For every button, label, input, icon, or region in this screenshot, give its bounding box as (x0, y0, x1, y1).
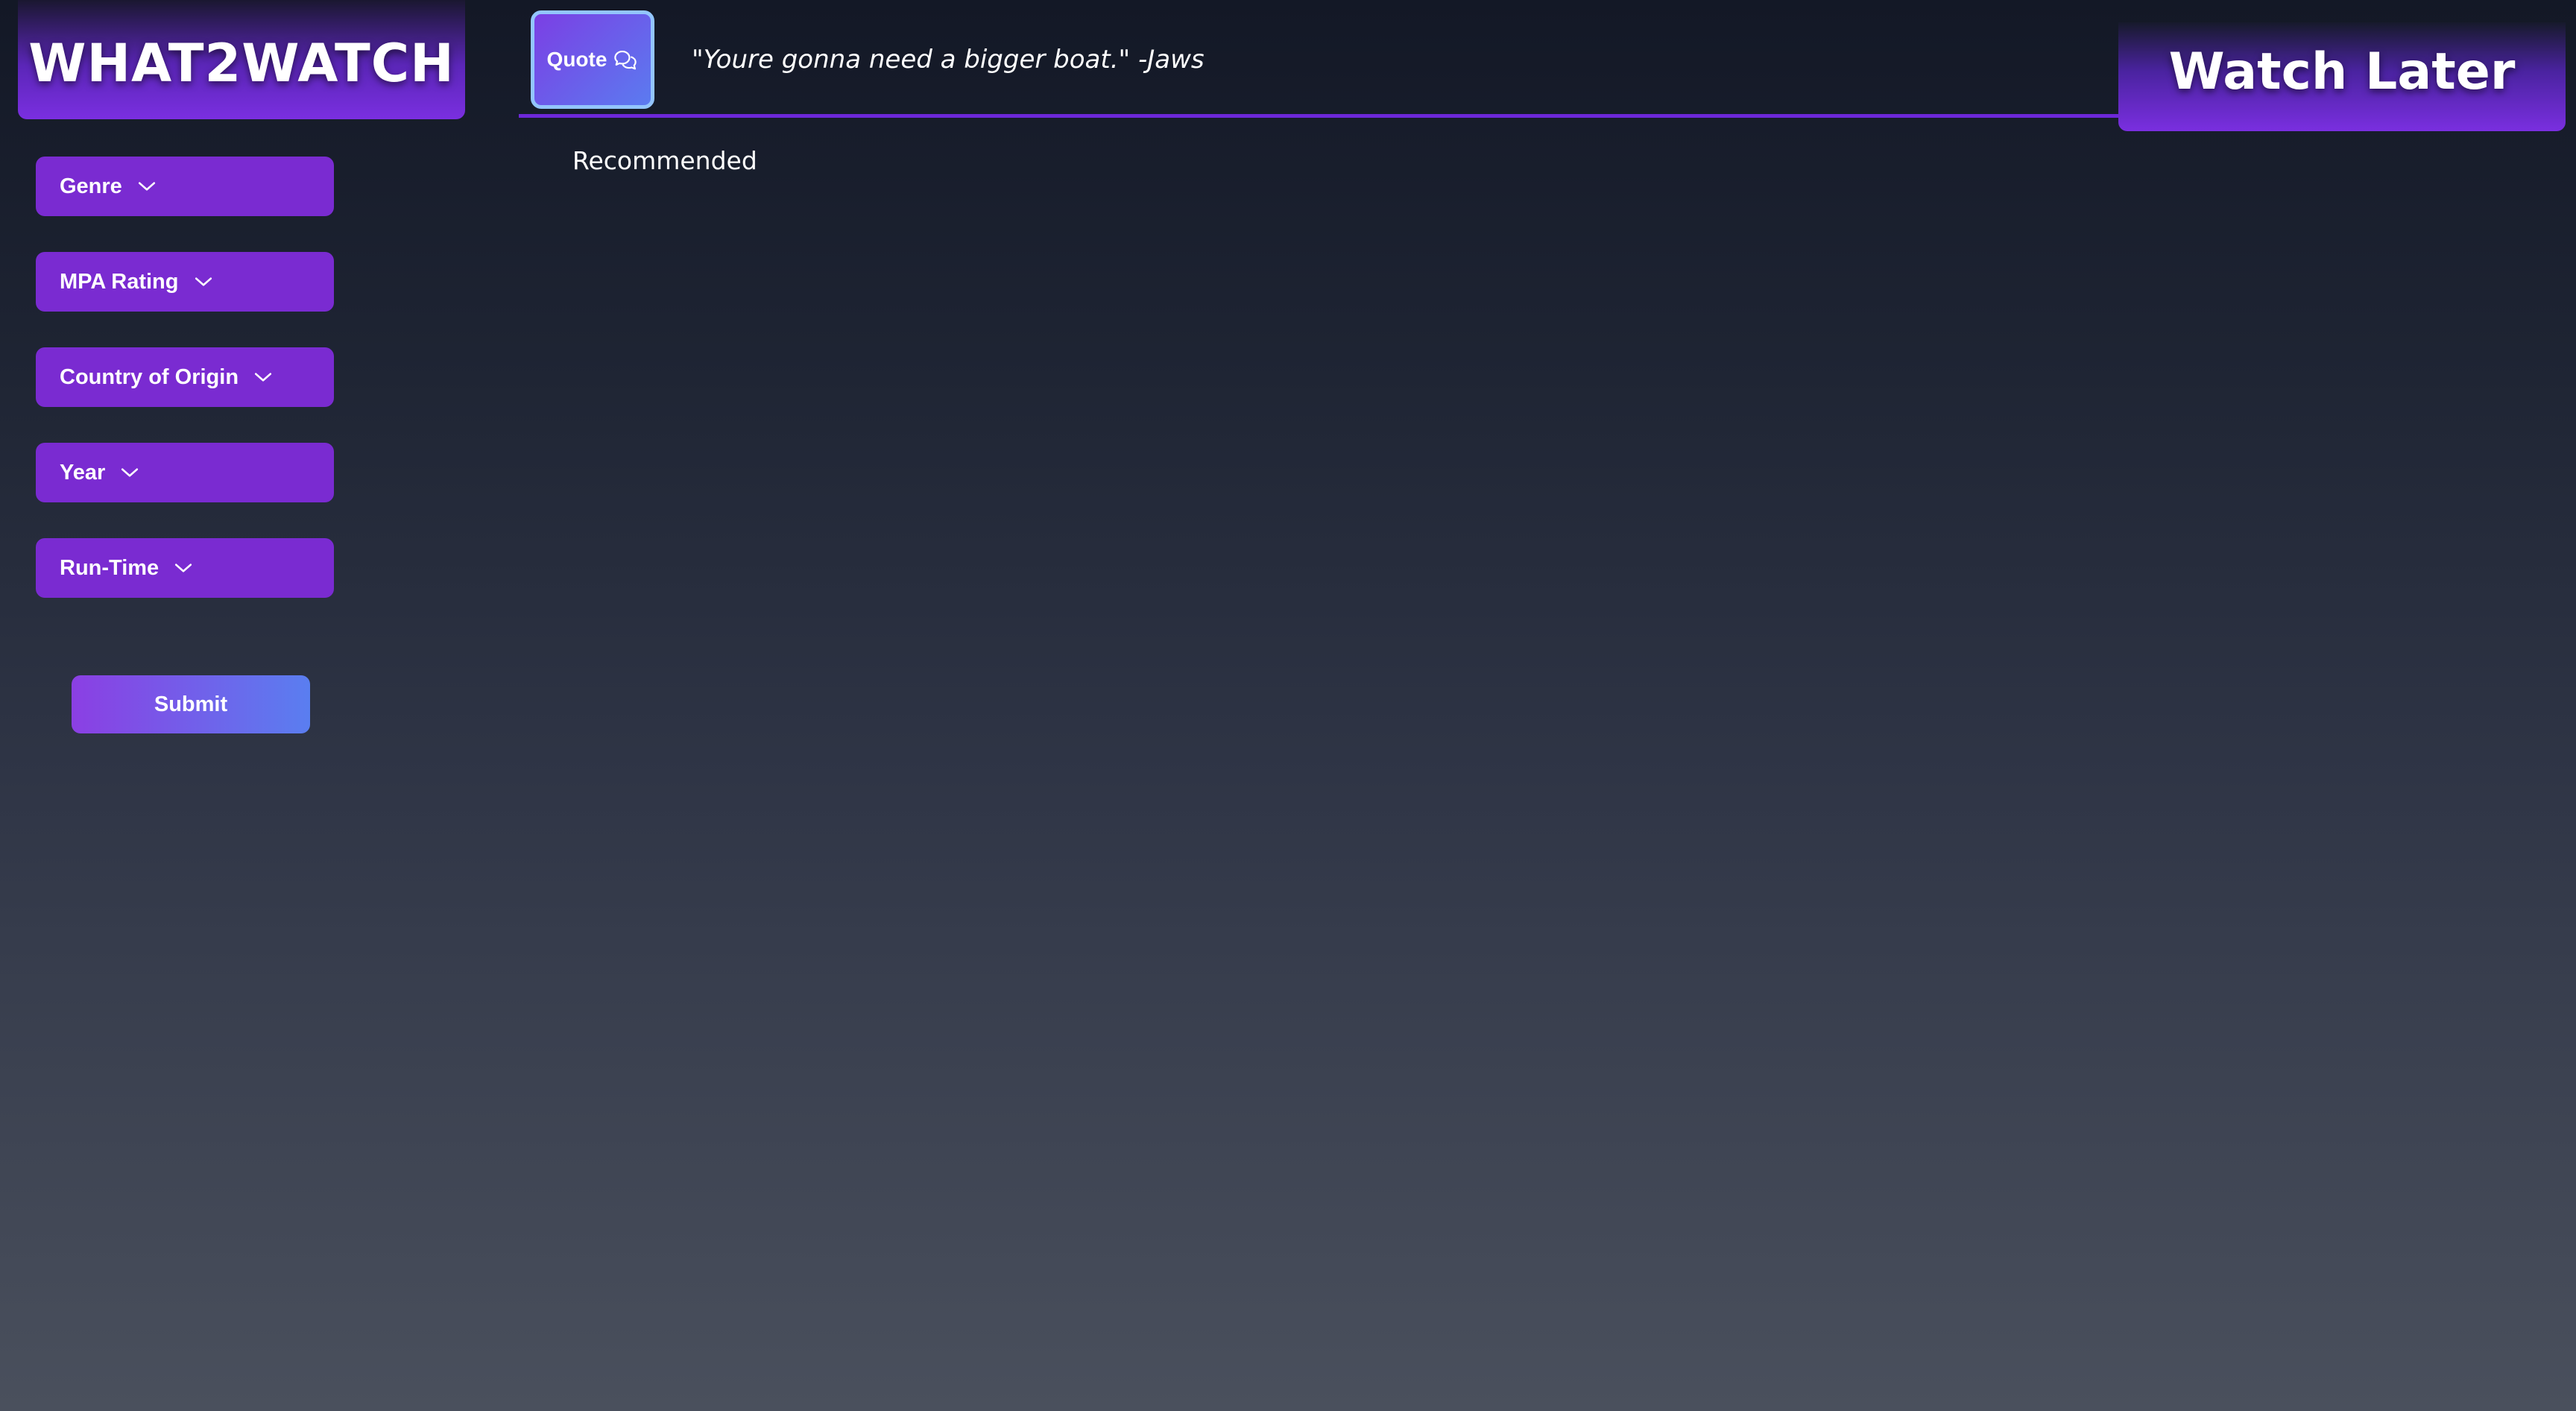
watch-later-button[interactable]: Watch Later (2118, 22, 2566, 131)
quote-text: "Youre gonna need a bigger boat." -Jaws (692, 45, 1205, 75)
app-logo: WHAT2WATCH (18, 0, 465, 119)
submit-button[interactable]: Submit (72, 675, 310, 733)
filter-label: MPA Rating (60, 269, 179, 294)
filter-mpa-rating-dropdown[interactable]: MPA Rating (36, 252, 334, 312)
chevron-down-icon (138, 182, 155, 191)
header-divider (519, 114, 2121, 118)
recommended-heading: Recommended (572, 146, 757, 175)
watch-later-label: Watch Later (2168, 42, 2516, 101)
filter-label: Run-Time (60, 555, 160, 580)
chevron-down-icon (195, 277, 212, 286)
filter-genre-dropdown[interactable]: Genre (36, 157, 334, 216)
filter-run-time-dropdown[interactable]: Run-Time (36, 538, 334, 598)
filter-year-dropdown[interactable]: Year (36, 443, 334, 502)
filter-label: Country of Origin (60, 364, 239, 389)
filter-label: Genre (60, 174, 122, 198)
filter-label: Year (60, 460, 106, 484)
chevron-down-icon (175, 564, 192, 572)
logo-text: WHAT2WATCH (28, 33, 455, 94)
quote-button-label: Quote (546, 48, 607, 71)
filter-country-dropdown[interactable]: Country of Origin (36, 347, 334, 407)
quote-button[interactable]: Quote (531, 10, 654, 109)
chat-bubbles-icon (614, 51, 637, 70)
chevron-down-icon (254, 373, 272, 382)
chevron-down-icon (121, 468, 139, 477)
